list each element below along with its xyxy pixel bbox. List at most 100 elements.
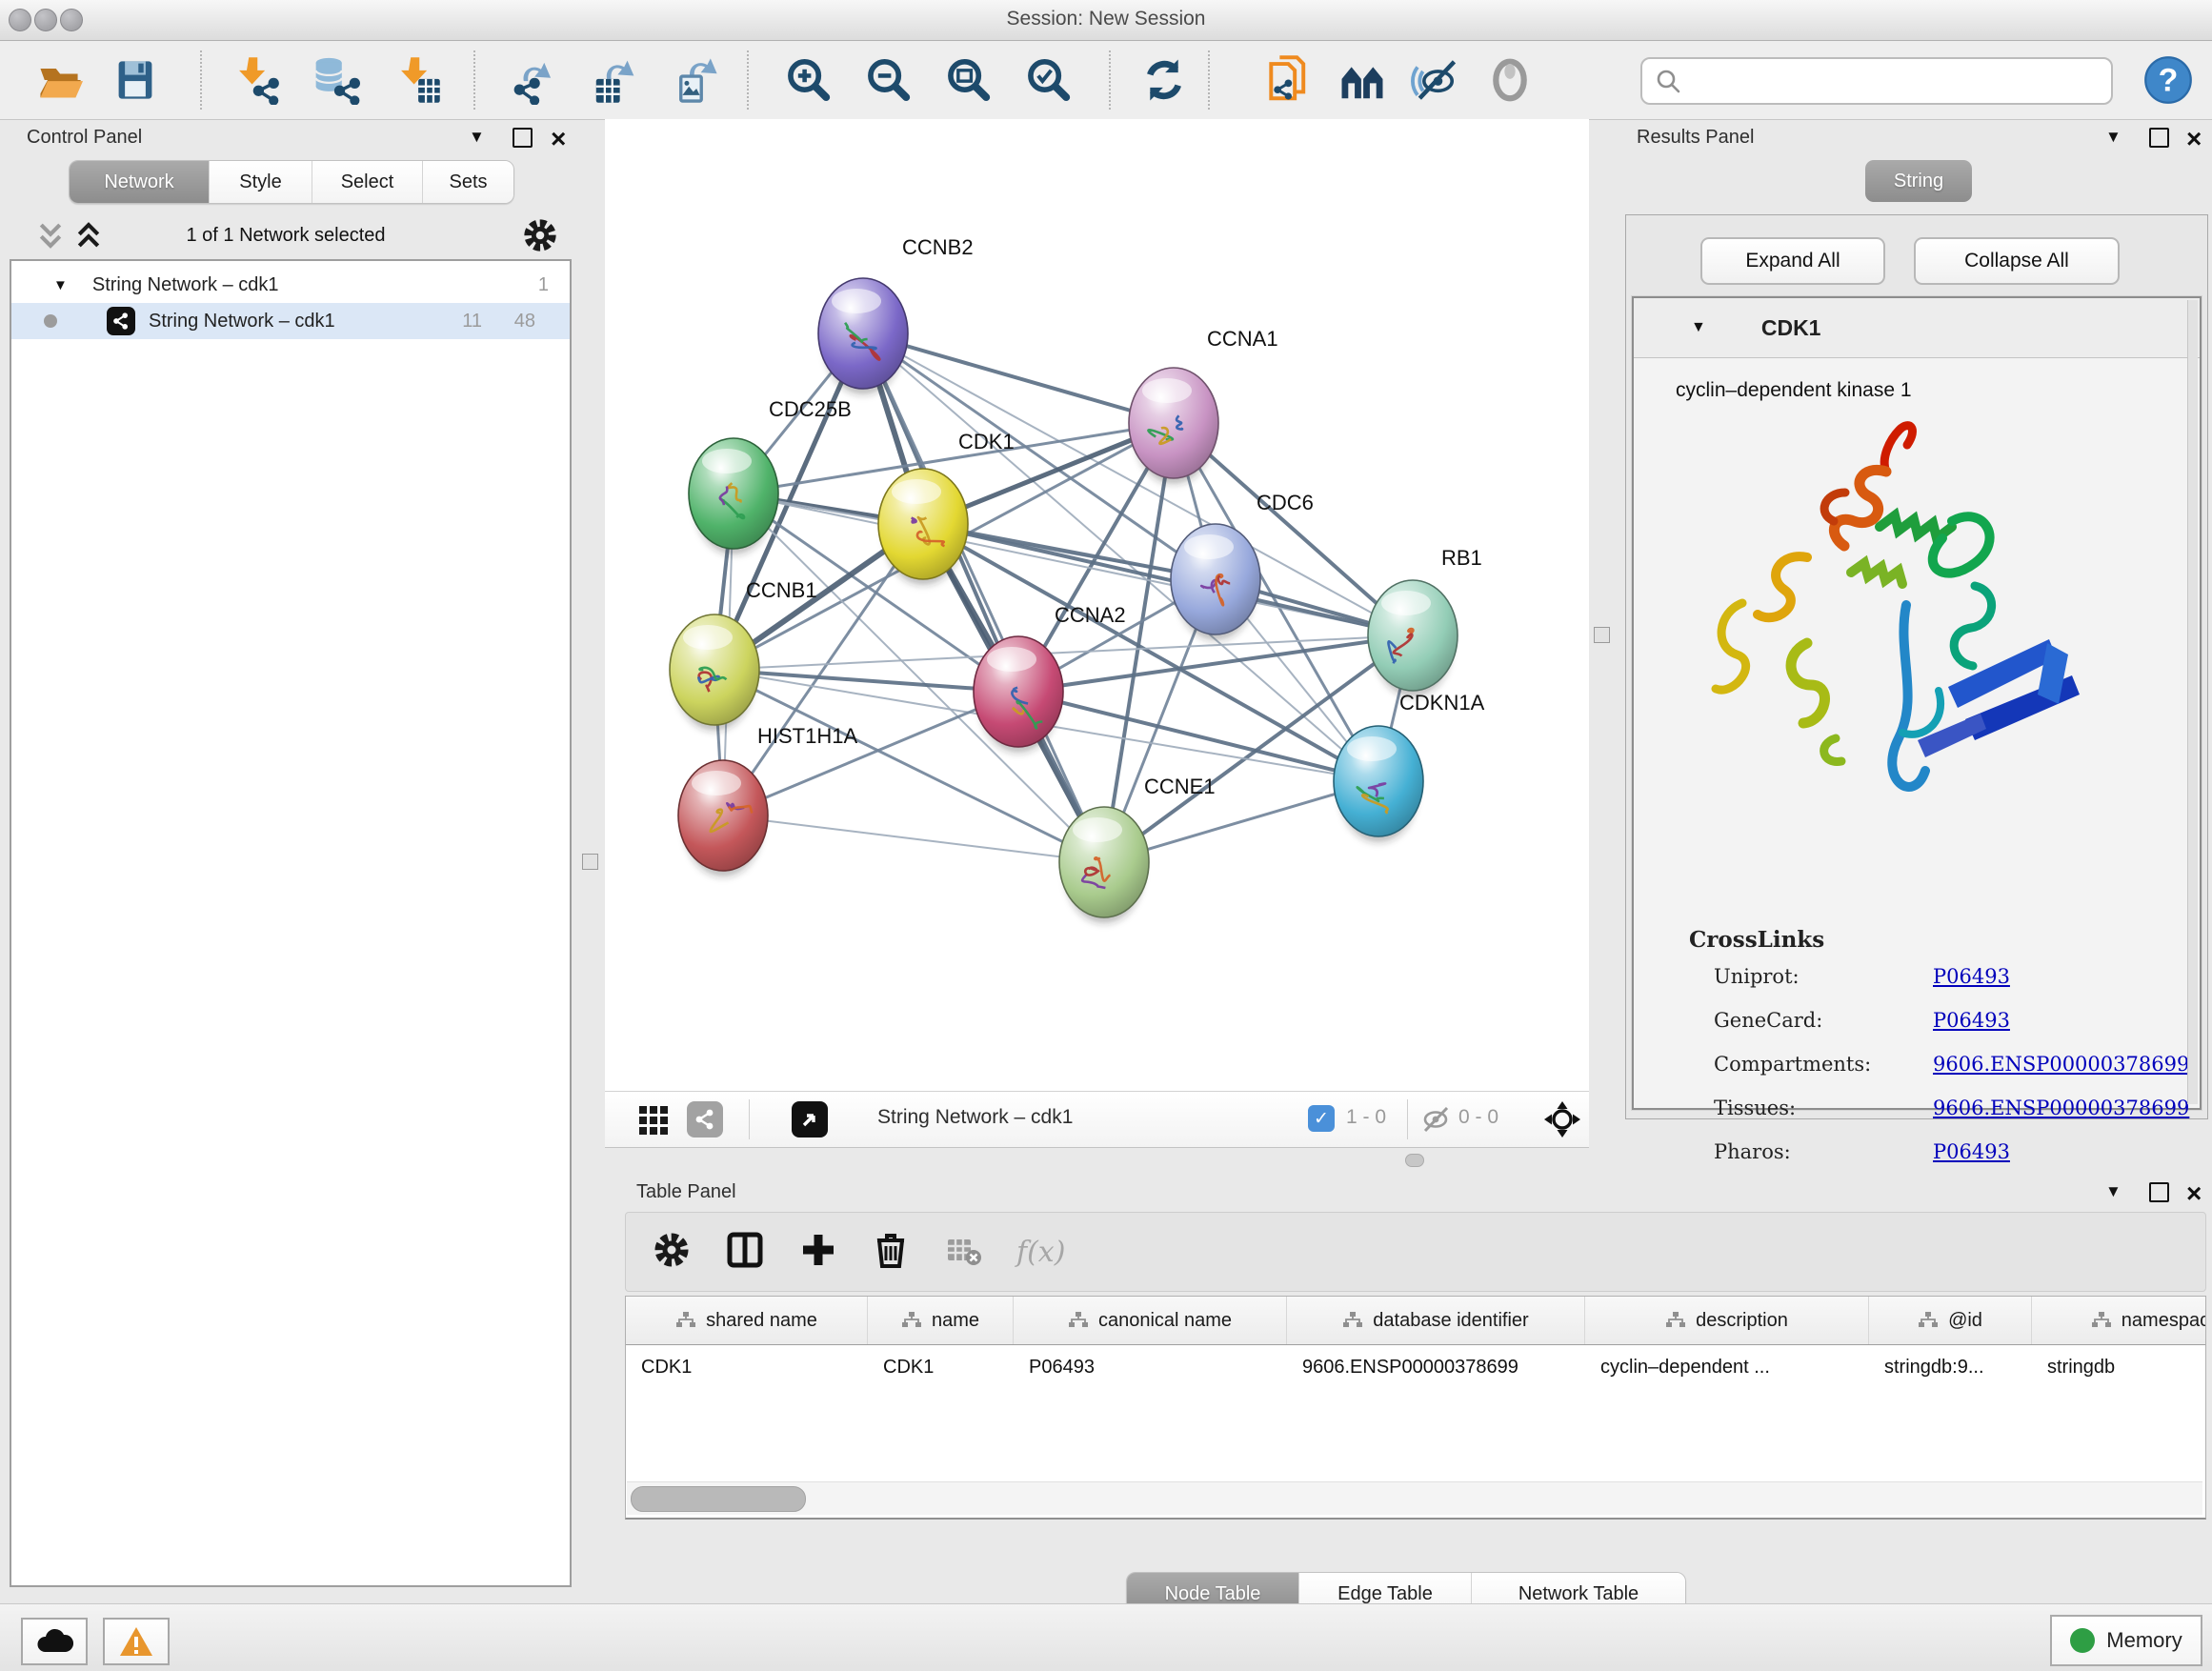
scrollbar-thumb[interactable] — [631, 1486, 806, 1512]
clone-network-icon[interactable] — [1258, 53, 1312, 107]
refresh-icon[interactable] — [1137, 53, 1191, 107]
network-canvas[interactable]: CCNB2CCNA1CDC25BCDK1CDC6RB1CCNB1CCNA2CDK… — [605, 119, 1589, 1091]
table-cell[interactable]: P06493 — [1014, 1357, 1287, 1379]
expand-all-button[interactable]: Expand All — [1700, 237, 1885, 285]
control-panel-close-icon[interactable]: × — [551, 130, 566, 149]
node-CCNE1[interactable]: CCNE1 — [1059, 775, 1216, 923]
zoom-out-icon[interactable] — [861, 53, 915, 107]
open-file-icon[interactable] — [32, 53, 86, 107]
network-overview-icon[interactable] — [1336, 53, 1389, 107]
node-CCNB2[interactable]: CCNB2 — [818, 235, 974, 394]
zoom-in-icon[interactable] — [781, 53, 835, 107]
export-network-icon[interactable] — [507, 53, 560, 107]
table-cell[interactable]: CDK1 — [868, 1357, 1014, 1379]
search-bar[interactable] — [1640, 57, 2113, 105]
tab-string[interactable]: String — [1865, 160, 1972, 202]
results-panel-close-icon[interactable]: × — [2186, 130, 2202, 149]
table-panel-close-icon[interactable]: × — [2186, 1184, 2202, 1203]
right-splitter-handle[interactable] — [1594, 627, 1610, 643]
function-builder-icon[interactable]: f(x) — [1016, 1236, 1065, 1269]
column-header-database-identifier[interactable]: database identifier — [1287, 1297, 1585, 1344]
crosslink-link[interactable]: P06493 — [1933, 1140, 2010, 1163]
memory-button[interactable]: Memory — [2050, 1615, 2202, 1666]
edge-RB1-CCNA2[interactable] — [1018, 635, 1413, 692]
tab-style[interactable]: Style — [210, 161, 312, 203]
results-panel-collapse-icon[interactable]: ▼ — [2105, 128, 2122, 147]
edge-HIST1H1A-CCNE1[interactable] — [723, 815, 1104, 862]
birds-eye-view-icon[interactable] — [792, 1101, 828, 1137]
add-column-icon[interactable] — [799, 1231, 837, 1274]
table-row[interactable]: CDK1CDK1P064939606.ENSP00000378699cyclin… — [626, 1345, 2205, 1389]
import-network-icon[interactable] — [229, 53, 282, 107]
table-cell[interactable]: CDK1 — [626, 1357, 868, 1379]
highlight-icon[interactable] — [1483, 53, 1537, 107]
search-input[interactable] — [1688, 61, 2111, 101]
table-horizontal-scrollbar[interactable] — [627, 1481, 2202, 1515]
column-header-name[interactable]: name — [868, 1297, 1014, 1344]
table-cell[interactable]: 9606.ENSP00000378699 — [1287, 1357, 1585, 1379]
save-session-icon[interactable] — [109, 53, 162, 107]
column-header-shared-name[interactable]: shared name — [626, 1297, 868, 1344]
network-view-type-icon[interactable] — [687, 1101, 723, 1137]
import-table-icon[interactable] — [391, 53, 444, 107]
collapse-all-button[interactable]: Collapse All — [1914, 237, 2120, 285]
help-icon[interactable]: ? — [2142, 53, 2195, 107]
delete-table-icon[interactable] — [944, 1230, 984, 1275]
crosslink-link[interactable]: P06493 — [1933, 965, 2010, 988]
crosslink-row: Pharos:P06493 — [1714, 1140, 2171, 1184]
fit-selected-crosshair-icon[interactable] — [1542, 1099, 1582, 1144]
collection-expand-icon[interactable]: ▼ — [53, 277, 68, 293]
node-CDC6[interactable]: CDC6 — [1171, 491, 1314, 640]
export-image-icon[interactable] — [669, 53, 722, 107]
node-CCNA1[interactable]: CCNA1 — [1129, 327, 1278, 484]
node-CDKN1A[interactable]: CDKN1A — [1334, 691, 1485, 842]
control-panel-collapse-icon[interactable]: ▼ — [469, 128, 485, 147]
column-header-description[interactable]: description — [1585, 1297, 1869, 1344]
node-details-header[interactable]: ▼ CDK1 — [1634, 298, 2200, 358]
table-settings-gear-icon[interactable] — [653, 1231, 691, 1274]
selected-items-checkbox-icon[interactable]: ✓ — [1308, 1105, 1335, 1132]
edge-CCNB1-CCNA2[interactable] — [714, 670, 1018, 692]
edge-CCNA2-CDKN1A[interactable] — [1018, 692, 1378, 781]
import-network-from-database-icon[interactable] — [309, 53, 362, 107]
results-scrollbar[interactable] — [2187, 300, 2198, 1104]
tab-sets[interactable]: Sets — [423, 161, 513, 203]
node-HIST1H1A[interactable]: HIST1H1A — [678, 724, 857, 876]
table-cell[interactable]: stringdb:9... — [1869, 1357, 2032, 1379]
table-cell[interactable]: stringdb — [2032, 1357, 2206, 1379]
table-panel-float-icon[interactable] — [2149, 1182, 2169, 1202]
zoom-selected-icon[interactable] — [1021, 53, 1075, 107]
edge-CDK1-RB1[interactable] — [923, 524, 1413, 635]
table-cell[interactable]: cyclin–dependent ... — [1585, 1357, 1869, 1379]
grid-view-icon[interactable] — [637, 1102, 672, 1141]
column-header-namespace[interactable]: namespace — [2032, 1297, 2206, 1344]
hide-unhide-icon[interactable] — [1407, 53, 1460, 107]
column-header-canonical-name[interactable]: canonical name — [1014, 1297, 1287, 1344]
column-header--id[interactable]: @id — [1869, 1297, 2032, 1344]
zoom-fit-icon[interactable] — [941, 53, 995, 107]
export-table-icon[interactable] — [588, 53, 641, 107]
node-details-collapse-icon[interactable]: ▼ — [1691, 319, 1706, 336]
edge-CCNB2-CCNA1[interactable] — [863, 333, 1174, 423]
cloud-button[interactable] — [21, 1618, 88, 1665]
network-options-gear-icon[interactable] — [522, 217, 558, 258]
network-row-selected[interactable]: String Network – cdk1 11 48 — [11, 303, 570, 339]
warning-icon — [118, 1625, 154, 1658]
crosslink-link[interactable]: 9606.ENSP00000378699 — [1933, 1097, 2189, 1119]
results-panel-float-icon[interactable] — [2149, 128, 2169, 148]
control-panel-float-icon[interactable] — [513, 128, 533, 148]
hidden-items-icon[interactable] — [1420, 1104, 1451, 1139]
table-panel-collapse-icon[interactable]: ▼ — [2105, 1182, 2122, 1201]
crosslink-link[interactable]: 9606.ENSP00000378699 — [1933, 1053, 2189, 1076]
warning-button[interactable] — [103, 1618, 170, 1665]
tab-select[interactable]: Select — [312, 161, 423, 203]
edge-CCNB2-CCNE1[interactable] — [863, 333, 1104, 862]
crosslink-link[interactable]: P06493 — [1933, 1009, 2010, 1032]
show-columns-icon[interactable] — [725, 1230, 765, 1275]
network-collection-row[interactable]: ▼ String Network – cdk1 1 — [11, 267, 570, 303]
tab-network[interactable]: Network — [70, 161, 210, 203]
splitter-grip[interactable] — [1405, 1154, 1424, 1167]
node-RB1[interactable]: RB1 — [1368, 546, 1482, 696]
delete-column-trash-icon[interactable] — [872, 1231, 910, 1274]
left-splitter-handle[interactable] — [582, 854, 598, 870]
